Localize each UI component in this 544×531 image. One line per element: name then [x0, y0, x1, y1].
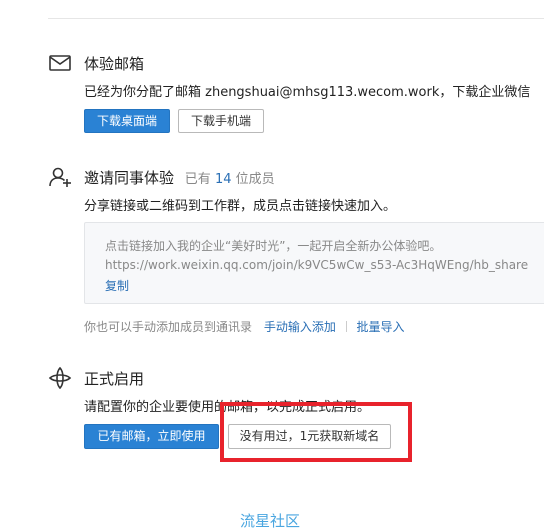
add-user-icon	[49, 167, 71, 187]
manual-add-link[interactable]: 手动输入添加	[264, 320, 336, 334]
top-divider	[48, 18, 544, 19]
member-count-label: 已有 14 位成员	[184, 172, 275, 187]
batch-import-link[interactable]: 批量导入	[357, 320, 405, 334]
invite-link-box: 点击链接加入我的企业“美好时光”，一起开启全新办公体验吧。 https://wo…	[84, 222, 544, 304]
mailbox-description: 已经为你分配了邮箱 zhengshuai@mhsg113.wecom.work，…	[84, 85, 531, 100]
invite-url[interactable]: https://work.weixin.qq.com/join/k9VC5wCw…	[105, 258, 528, 272]
manual-add-row: 你也可以手动添加成员到通讯录 手动输入添加 批量导入	[84, 318, 405, 335]
highlight-annotation-box	[220, 402, 412, 462]
copy-link-button[interactable]: 复制	[105, 277, 129, 294]
member-count: 14	[214, 172, 232, 187]
mailbox-title: 体验邮箱	[84, 55, 145, 73]
download-mobile-button[interactable]: 下载手机端	[178, 109, 264, 133]
invite-title-text: 邀请同事体验	[84, 169, 175, 187]
community-link[interactable]: 流星社区	[240, 510, 300, 531]
mail-icon	[49, 55, 71, 71]
invite-message: 点击链接加入我的企业“美好时光”，一起开启全新办公体验吧。	[105, 239, 442, 253]
use-existing-mailbox-button[interactable]: 已有邮箱，立即使用	[84, 424, 219, 449]
download-desktop-button[interactable]: 下载桌面端	[84, 109, 170, 133]
link-separator	[345, 321, 347, 332]
invite-description: 分享链接或二维码到工作群，成员点击链接快速加入。	[84, 199, 397, 214]
invite-title: 邀请同事体验 已有 14 位成员	[84, 167, 275, 188]
manual-add-hint: 你也可以手动添加成员到通讯录	[84, 320, 253, 334]
launch-title: 正式启用	[84, 370, 145, 388]
launch-icon	[48, 366, 72, 390]
